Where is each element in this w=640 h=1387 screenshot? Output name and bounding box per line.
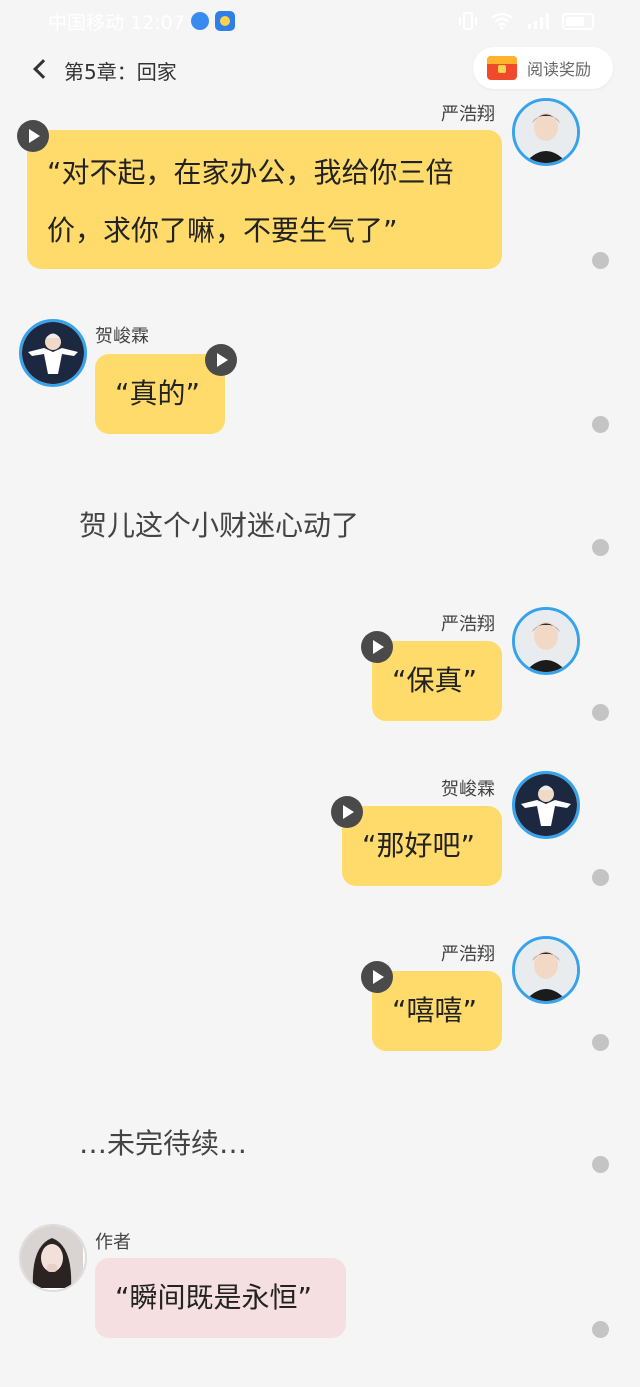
speaker-name: 贺峻霖: [95, 326, 149, 347]
red-envelope-icon: [487, 56, 517, 80]
speaker-name: 作者: [95, 1232, 131, 1253]
dot-indicator[interactable]: [592, 704, 609, 721]
dot-indicator[interactable]: [592, 539, 609, 556]
dot-indicator[interactable]: [592, 1156, 609, 1173]
chevron-left-icon: [33, 59, 53, 79]
header: 第5章：回家 阅读奖励: [0, 46, 640, 92]
message-bubble: “对不起，在家办公，我给你三倍价，求你了嘛，不要生气了”: [27, 130, 502, 269]
avatar[interactable]: [512, 607, 580, 675]
audio-play-icon[interactable]: [331, 796, 363, 828]
dot-indicator[interactable]: [592, 416, 609, 433]
dot-indicator[interactable]: [592, 869, 609, 886]
avatar[interactable]: [512, 771, 580, 839]
back-button[interactable]: [30, 56, 56, 82]
status-left: 中国移动 12:07: [48, 8, 235, 35]
avatar[interactable]: [512, 936, 580, 1004]
speaker-name: 严浩翔: [441, 614, 495, 635]
author-avatar[interactable]: [19, 1224, 87, 1292]
message-bubble: “瞬间既是永恒”: [95, 1258, 346, 1338]
reading-reward-button[interactable]: 阅读奖励: [473, 47, 613, 89]
weather-icon: [214, 11, 235, 31]
dot-indicator[interactable]: [592, 1034, 609, 1051]
message-bubble: “那好吧”: [342, 806, 502, 886]
audio-play-icon[interactable]: [361, 631, 393, 663]
dot-indicator[interactable]: [592, 252, 609, 269]
reward-label: 阅读奖励: [527, 60, 592, 79]
speaker-name: 严浩翔: [441, 944, 495, 965]
status-right: [458, 12, 594, 30]
avatar[interactable]: [512, 98, 580, 166]
browser-icon: [190, 12, 209, 30]
audio-play-icon[interactable]: [205, 344, 237, 376]
audio-play-icon[interactable]: [17, 120, 49, 152]
audio-play-icon[interactable]: [361, 961, 393, 993]
speaker-name: 严浩翔: [441, 104, 495, 125]
dot-indicator[interactable]: [592, 1321, 609, 1338]
narration-text: 贺儿这个小财迷心动了: [79, 509, 360, 542]
narration-text: …未完待续…: [79, 1127, 248, 1160]
vibrate-icon: [459, 12, 477, 30]
battery-icon: [562, 12, 594, 30]
avatar[interactable]: [19, 319, 87, 387]
speaker-name: 贺峻霖: [441, 779, 495, 800]
carrier-time: 中国移动 12:07: [48, 11, 185, 34]
status-bar: 中国移动 12:07: [0, 0, 640, 42]
chapter-title: 第5章：回家: [64, 60, 177, 84]
wifi-icon: [491, 12, 513, 30]
signal-icon: [528, 13, 549, 29]
